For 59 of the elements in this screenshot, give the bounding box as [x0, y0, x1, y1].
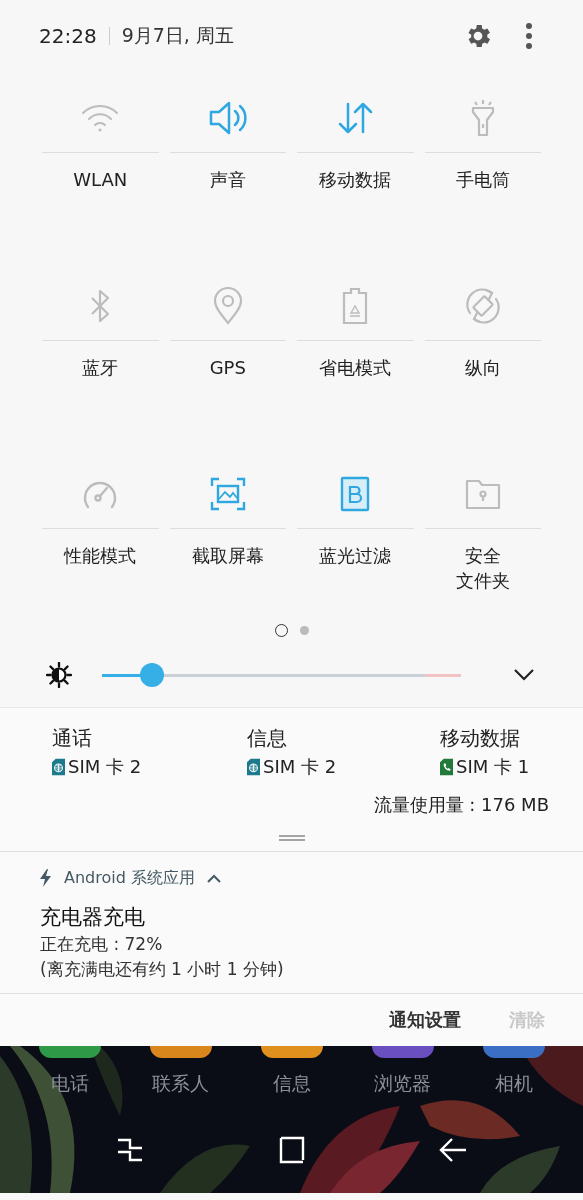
brightness-slider[interactable] [102, 662, 461, 687]
app-icon[interactable] [260, 1046, 323, 1058]
more-options-icon[interactable] [525, 22, 533, 50]
battery-recycle-icon[interactable] [341, 287, 370, 325]
notification-text: 正在充电 : 72% [40, 933, 164, 956]
tile-label[interactable]: 手电筒 [455, 167, 510, 192]
app-label[interactable]: 电话 [50, 1070, 89, 1096]
wifi-icon[interactable] [80, 103, 121, 133]
back-icon[interactable] [438, 1136, 468, 1164]
app-label[interactable]: 联系人 [152, 1070, 209, 1096]
tile-label[interactable]: 纵向 [464, 355, 501, 380]
tile-label[interactable]: 安全 文件夹 [455, 543, 510, 593]
clock-time: 22:28 [39, 24, 97, 48]
rotate-icon[interactable] [463, 287, 502, 325]
letter-b-icon[interactable] [340, 476, 371, 512]
slider-thumb[interactable] [140, 662, 165, 687]
chevron-down-icon[interactable] [513, 667, 535, 682]
brightness-icon [46, 661, 72, 688]
app-icon[interactable] [482, 1046, 545, 1058]
sim-setting-title[interactable]: 信息 [247, 724, 440, 752]
location-pin-icon[interactable] [212, 287, 243, 325]
chevron-up-icon[interactable] [206, 873, 221, 883]
lightning-icon [40, 869, 52, 887]
drag-handle-icon[interactable] [279, 835, 305, 841]
sim-setting-title[interactable]: 通话 [52, 724, 247, 752]
home-icon[interactable] [277, 1136, 305, 1164]
tile-label[interactable]: 蓝牙 [82, 355, 119, 380]
tile-label[interactable]: 省电模式 [319, 355, 392, 380]
app-icon[interactable] [38, 1046, 101, 1058]
sim-card-name: SIM 卡 2 [263, 755, 337, 779]
app-label[interactable]: 相机 [494, 1070, 533, 1096]
recent-apps-icon[interactable] [116, 1136, 144, 1164]
sim-card-name: SIM 卡 2 [68, 755, 142, 779]
date-text: 9月7日, 周五 [121, 23, 234, 48]
data-usage-text: 流量使用量 : 176 MB [372, 793, 549, 817]
notification-title: 充电器充电 [40, 904, 146, 931]
sim-setting-title[interactable]: 移动数据 [440, 724, 549, 752]
tile-label[interactable]: 移动数据 [319, 167, 392, 192]
app-label[interactable]: 浏览器 [374, 1070, 431, 1096]
speaker-icon[interactable] [207, 100, 248, 136]
app-label[interactable]: 信息 [272, 1070, 311, 1096]
sim-globe-icon [52, 758, 65, 776]
tile-label[interactable]: GPS [209, 355, 246, 380]
sim-card-name: SIM 卡 1 [456, 755, 530, 779]
app-icon[interactable] [371, 1046, 434, 1058]
notification-action-button[interactable]: 通知设置 [389, 1004, 461, 1036]
screenshot-icon[interactable] [209, 477, 246, 511]
tile-label[interactable]: 截取屏幕 [191, 543, 264, 568]
app-icon[interactable] [149, 1046, 212, 1058]
sim-globe-icon [247, 758, 260, 776]
tile-label[interactable]: WLAN [73, 167, 128, 192]
tile-label[interactable]: 声音 [209, 167, 246, 192]
tile-label[interactable]: 性能模式 [64, 543, 137, 568]
notification-text: (离充满电还有约 1 小时 1 分钟) [40, 958, 285, 981]
tile-label[interactable]: 蓝光过滤 [319, 543, 392, 568]
up-down-arrows-icon[interactable] [336, 102, 375, 134]
sim-phone-icon [440, 758, 453, 776]
locked-folder-icon[interactable] [464, 478, 501, 510]
notification-app-name: Android 系统应用 [64, 867, 195, 889]
